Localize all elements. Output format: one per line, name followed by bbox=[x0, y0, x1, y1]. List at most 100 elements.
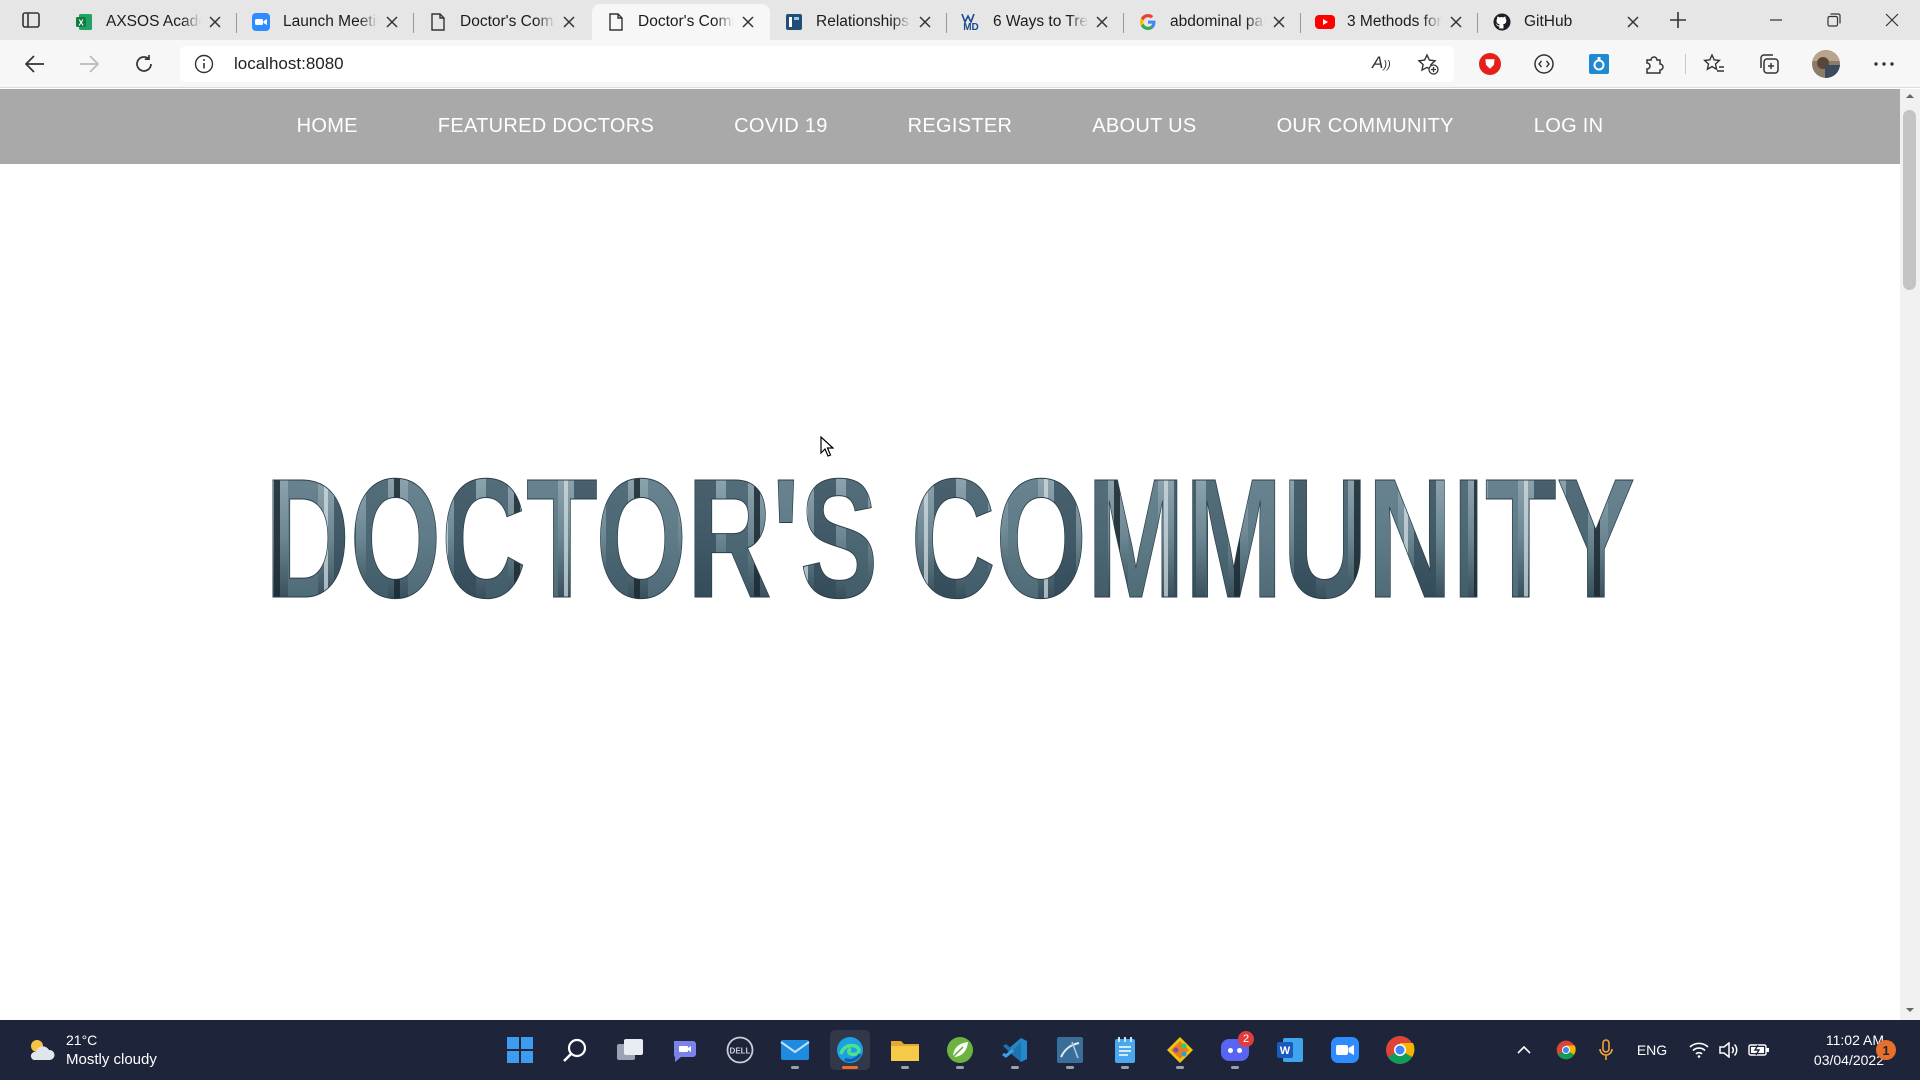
scroll-down-icon[interactable] bbox=[1905, 1007, 1915, 1013]
notepad-icon bbox=[1115, 1037, 1135, 1063]
tab-github[interactable]: GitHub bbox=[1478, 4, 1655, 40]
speaker-icon bbox=[1719, 1042, 1738, 1058]
add-favorite-icon[interactable] bbox=[1417, 53, 1439, 75]
task-view-button[interactable] bbox=[610, 1030, 650, 1070]
system-clock[interactable]: 11:02 AM 03/04/2022 bbox=[1790, 1030, 1884, 1070]
tab-title: Launch Meeting - Zoom bbox=[283, 13, 378, 30]
scrollbar-thumb[interactable] bbox=[1903, 110, 1916, 290]
nav-home[interactable]: HOME bbox=[297, 115, 358, 138]
close-icon[interactable] bbox=[1269, 12, 1289, 32]
back-button[interactable] bbox=[17, 48, 53, 80]
extension-blue-button[interactable] bbox=[1581, 48, 1617, 80]
nav-featured-doctors[interactable]: FEATURED DOCTORS bbox=[438, 115, 654, 138]
excel-icon: X bbox=[74, 12, 94, 32]
settings-more-button[interactable] bbox=[1866, 48, 1902, 80]
nav-log-in[interactable]: LOG IN bbox=[1534, 115, 1604, 138]
discord-button[interactable]: 2 bbox=[1215, 1030, 1255, 1070]
tab-title: 6 Ways to Treat bbox=[993, 13, 1088, 30]
tab-axsos-academy[interactable]: X AXSOS Academy bbox=[60, 4, 237, 40]
svg-text:W: W bbox=[1280, 1045, 1291, 1057]
puzzle-icon bbox=[1646, 56, 1664, 74]
microphone-icon bbox=[1599, 1039, 1613, 1060]
nav-register[interactable]: REGISTER bbox=[908, 115, 1013, 138]
tab-doctors-community[interactable]: Doctor's Community bbox=[414, 4, 591, 40]
language-indicator[interactable]: ENG bbox=[1632, 1036, 1672, 1064]
tab-youtube[interactable]: 3 Methods for bbox=[1301, 4, 1478, 40]
new-tab-button[interactable] bbox=[1662, 6, 1694, 34]
close-window-button[interactable] bbox=[1864, 0, 1920, 40]
extensions-button[interactable] bbox=[1636, 48, 1672, 80]
nav-covid-19[interactable]: COVID 19 bbox=[734, 115, 828, 138]
tab-title: Doctor's Community bbox=[460, 13, 555, 30]
running-indicator bbox=[842, 1066, 858, 1069]
refresh-button[interactable] bbox=[126, 48, 162, 80]
chrome-button[interactable] bbox=[1380, 1030, 1420, 1070]
close-icon[interactable] bbox=[205, 12, 225, 32]
extension-button[interactable] bbox=[1526, 48, 1562, 80]
battery-tray-button[interactable] bbox=[1746, 1036, 1772, 1064]
close-icon[interactable] bbox=[915, 12, 935, 32]
close-icon[interactable] bbox=[382, 12, 402, 32]
restore-icon bbox=[1827, 13, 1841, 27]
microphone-tray-button[interactable] bbox=[1592, 1036, 1620, 1064]
mysql-workbench-button[interactable] bbox=[1050, 1030, 1090, 1070]
spring-tool-button[interactable] bbox=[940, 1030, 980, 1070]
wifi-tray-button[interactable] bbox=[1686, 1036, 1712, 1064]
close-icon[interactable] bbox=[738, 12, 758, 32]
tab-doctors-community-active[interactable]: Doctor's Community bbox=[592, 4, 770, 40]
notepad-button[interactable] bbox=[1105, 1030, 1145, 1070]
teams-chat-button[interactable] bbox=[665, 1030, 705, 1070]
extension-adblock-button[interactable]: ⛊ bbox=[1472, 48, 1508, 80]
tab-google-search[interactable]: abdominal pain bbox=[1124, 4, 1301, 40]
close-icon[interactable] bbox=[1092, 12, 1112, 32]
weather-temperature: 21°C bbox=[66, 1032, 98, 1048]
tab-actions-button[interactable] bbox=[14, 8, 48, 32]
tab-webmd[interactable]: MD 6 Ways to Treat bbox=[947, 4, 1124, 40]
cloud-sun-icon bbox=[30, 1040, 55, 1060]
google-icon bbox=[1138, 12, 1158, 32]
git-client-button[interactable] bbox=[1160, 1030, 1200, 1070]
minimize-button[interactable] bbox=[1748, 0, 1804, 40]
forward-button[interactable] bbox=[71, 48, 107, 80]
chrome-tray-button[interactable] bbox=[1552, 1036, 1580, 1064]
zoom-camera-icon bbox=[1331, 1037, 1359, 1063]
notification-badge[interactable]: 1 bbox=[1876, 1040, 1896, 1060]
restore-button[interactable] bbox=[1806, 0, 1862, 40]
read-aloud-icon[interactable]: A)) bbox=[1372, 53, 1391, 73]
start-button[interactable] bbox=[500, 1030, 540, 1070]
toolbar-divider bbox=[1685, 54, 1686, 74]
dell-app-button[interactable]: DELL bbox=[720, 1030, 760, 1070]
address-bar[interactable]: localhost:8080 A)) bbox=[180, 46, 1454, 82]
discord-notification-badge: 2 bbox=[1238, 1031, 1254, 1047]
scroll-up-icon[interactable] bbox=[1905, 93, 1915, 99]
forward-arrow-icon bbox=[80, 55, 99, 73]
browser-toolbar: localhost:8080 A)) ⛊ bbox=[0, 40, 1920, 88]
nav-about-us[interactable]: ABOUT US bbox=[1092, 115, 1196, 138]
zoom-app-button[interactable] bbox=[1325, 1030, 1365, 1070]
tab-zoom-launch-meeting[interactable]: Launch Meeting - Zoom bbox=[237, 4, 414, 40]
close-icon[interactable] bbox=[559, 12, 579, 32]
word-icon: W bbox=[1277, 1038, 1303, 1062]
show-hidden-icons-button[interactable] bbox=[1510, 1036, 1538, 1064]
tab-title: 3 Methods for bbox=[1347, 13, 1442, 30]
collections-button[interactable] bbox=[1751, 48, 1787, 80]
profile-button[interactable] bbox=[1808, 48, 1844, 80]
edge-browser-button[interactable] bbox=[830, 1030, 870, 1070]
close-icon[interactable] bbox=[1623, 12, 1643, 32]
url-text[interactable]: localhost:8080 bbox=[234, 54, 344, 74]
file-explorer-button[interactable] bbox=[885, 1030, 925, 1070]
adblock-icon: ⛊ bbox=[1479, 53, 1501, 75]
word-button[interactable]: W bbox=[1270, 1030, 1310, 1070]
clock-time: 11:02 AM bbox=[1825, 1032, 1884, 1048]
taskbar-search-button[interactable] bbox=[555, 1030, 595, 1070]
nav-our-community[interactable]: OUR COMMUNITY bbox=[1277, 115, 1454, 138]
favorites-button[interactable] bbox=[1696, 48, 1732, 80]
close-icon[interactable] bbox=[1446, 12, 1466, 32]
info-icon[interactable] bbox=[194, 54, 214, 74]
mail-app-button[interactable] bbox=[775, 1030, 815, 1070]
weather-widget[interactable]: 21°C Mostly cloudy bbox=[26, 1030, 157, 1070]
volume-tray-button[interactable] bbox=[1716, 1036, 1742, 1064]
tab-relationships[interactable]: Relationships bbox=[770, 4, 947, 40]
running-indicator bbox=[791, 1066, 799, 1069]
vscode-button[interactable] bbox=[995, 1030, 1035, 1070]
